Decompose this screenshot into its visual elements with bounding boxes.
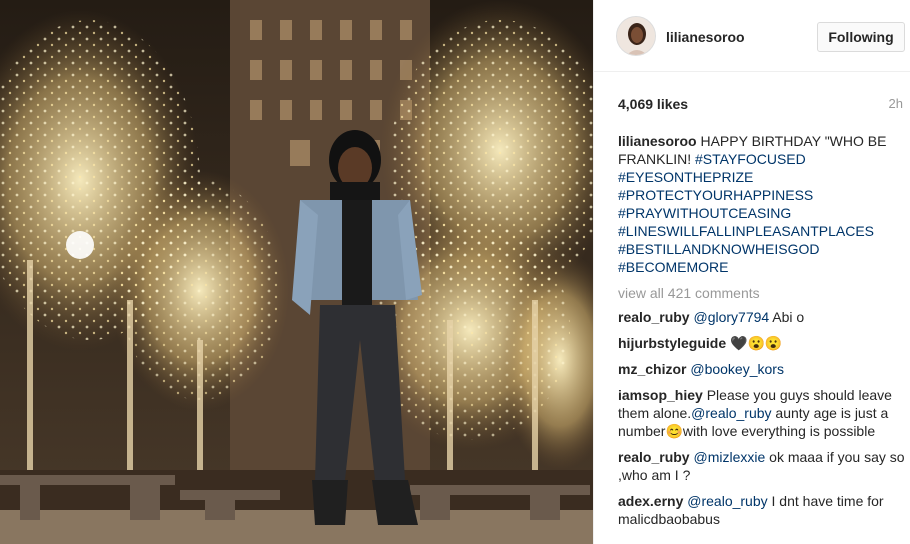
- comment-username[interactable]: realo_ruby: [618, 449, 690, 465]
- comment-username[interactable]: iamsop_hiey: [618, 387, 703, 403]
- post-header: lilianesoroo Following: [594, 0, 910, 72]
- profile-avatar[interactable]: [616, 16, 656, 56]
- hashtag[interactable]: #PROTECTYOURHAPPINESS: [618, 186, 908, 204]
- hashtag[interactable]: #BECOMEMORE: [618, 258, 908, 276]
- post-author-username[interactable]: lilianesoroo: [666, 29, 745, 45]
- hashtag[interactable]: #BESTILLANDKNOWHEISGOD: [618, 240, 908, 258]
- comment: adex.erny @realo_ruby I dnt have time fo…: [618, 492, 908, 528]
- hashtag[interactable]: #PRAYWITHOUTCEASING: [618, 204, 908, 222]
- comment-username[interactable]: hijurbstyleguide: [618, 335, 726, 351]
- post-details-panel: lilianesoroo Following 4,069 likes 2h li…: [593, 0, 910, 544]
- avatar-image: [617, 17, 655, 55]
- comment-username[interactable]: realo_ruby: [618, 309, 690, 325]
- hashtag[interactable]: #EYESONTHEPRIZE: [618, 168, 908, 186]
- post-photo[interactable]: [0, 0, 593, 544]
- comment-mention[interactable]: @realo_ruby: [691, 405, 771, 421]
- hashtag[interactable]: #LINESWILLFALLINPLEASANTPLACES: [618, 222, 908, 240]
- comment-username[interactable]: mz_chizor: [618, 361, 686, 377]
- comment-mention[interactable]: @mizlexxie: [693, 449, 765, 465]
- caption-username[interactable]: lilianesoroo: [618, 133, 697, 149]
- comment-mention[interactable]: @realo_ruby: [687, 493, 767, 509]
- comment: mz_chizor @bookey_kors: [618, 360, 908, 378]
- comment-username[interactable]: adex.erny: [618, 493, 683, 509]
- comment: iamsop_hiey Please you guys should leave…: [618, 386, 908, 440]
- likes-count[interactable]: 4,069 likes: [618, 96, 688, 112]
- comment-mention[interactable]: @glory7794: [693, 309, 769, 325]
- hashtag[interactable]: #STAYFOCUSED: [695, 151, 806, 167]
- comment: realo_ruby @glory7794 Abi o: [618, 308, 908, 326]
- comment: realo_ruby @mizlexxie ok maaa if you say…: [618, 448, 908, 484]
- view-all-comments-link[interactable]: view all 421 comments: [618, 284, 908, 302]
- following-button[interactable]: Following: [817, 22, 905, 52]
- comment-text: 🖤😮😮: [730, 335, 783, 351]
- photo-illustration: [0, 0, 593, 544]
- comment-mention[interactable]: @bookey_kors: [690, 361, 784, 377]
- comment-text: Abi o: [769, 309, 805, 325]
- post-caption: lilianesoroo HAPPY BIRTHDAY "WHO BE FRAN…: [618, 132, 908, 276]
- post-timestamp[interactable]: 2h: [889, 96, 903, 111]
- comment: hijurbstyleguide 🖤😮😮: [618, 334, 908, 352]
- caption-and-comments: lilianesoroo HAPPY BIRTHDAY "WHO BE FRAN…: [618, 132, 908, 536]
